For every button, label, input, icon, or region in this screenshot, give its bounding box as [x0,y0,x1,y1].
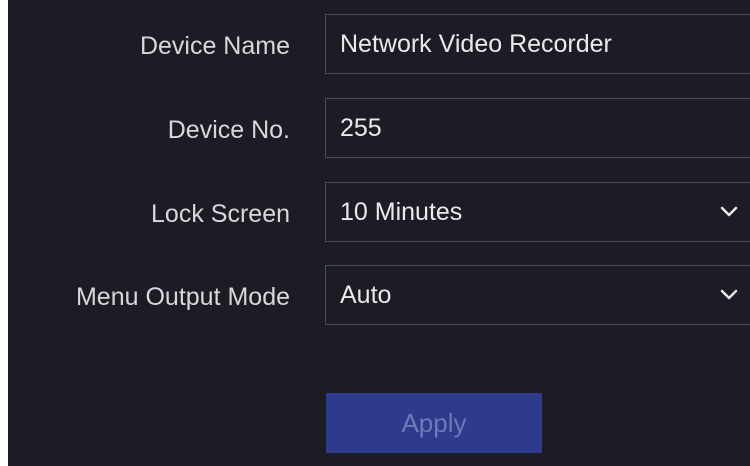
menu-output-mode-label: Menu Output Mode [75,283,290,311]
menu-output-mode-row: Menu Output Mode Auto [8,265,750,329]
chevron-down-icon[interactable] [719,205,739,219]
lock-screen-select[interactable]: 10 Minutes [325,182,750,242]
lock-screen-value: 10 Minutes [340,198,463,226]
lock-screen-row: Lock Screen 10 Minutes [8,182,750,246]
settings-panel: Device Name Network Video Recorder Devic… [8,0,750,466]
apply-button[interactable]: Apply [326,393,542,453]
menu-output-mode-value: Auto [340,281,392,309]
device-no-label: Device No. [167,116,290,144]
device-name-label: Device Name [139,32,290,60]
chevron-down-icon[interactable] [719,288,739,302]
device-no-row: Device No. 255 [8,98,750,162]
device-name-field[interactable]: Network Video Recorder [325,14,750,74]
menu-output-mode-select[interactable]: Auto [325,265,750,325]
device-no-field[interactable]: 255 [325,98,750,158]
device-name-row: Device Name Network Video Recorder [8,14,750,78]
lock-screen-label: Lock Screen [151,200,290,228]
